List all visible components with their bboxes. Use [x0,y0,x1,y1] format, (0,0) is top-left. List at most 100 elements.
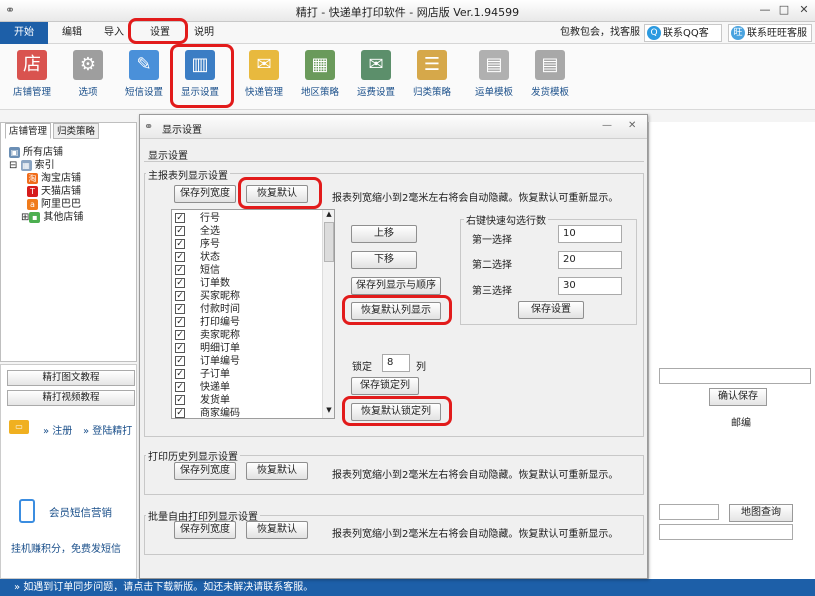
column-list-item[interactable]: ✓ 快递单 [172,381,322,394]
column-checkbox[interactable]: ✓ [175,408,185,418]
status-bar[interactable]: » 如遇到订单同步问题，请点击下载新版。如还未解决请联系客服。 [0,579,815,596]
column-checkbox[interactable]: ✓ [175,291,185,301]
column-list-item[interactable]: ✓ 状态 [172,251,322,264]
restore-default-button[interactable]: 恢复默认 [246,185,308,203]
restore-default-display-button[interactable]: 恢复默认列显示 [351,302,441,320]
menu-edit[interactable]: 编辑 [56,22,88,44]
scroll-up-icon[interactable]: ▲ [324,210,334,220]
tree-item-other[interactable]: ⊞ ▪ 其他店铺 [21,208,83,223]
column-checkbox[interactable]: ✓ [175,330,185,340]
column-checkbox[interactable]: ✓ [175,382,185,392]
wangwang-service-button[interactable]: 旺联系旺旺客服 [728,24,812,42]
minimize-icon[interactable]: — [758,3,772,17]
tree-item-label: 其他店铺 [43,212,84,223]
move-up-button[interactable]: 上移 [351,225,417,243]
menu-help[interactable]: 说明 [188,22,220,44]
save-display-order-button[interactable]: 保存列显示与顺序 [351,277,441,295]
column-checkbox[interactable]: ✓ [175,252,185,262]
tool-display-settings[interactable]: ▥ 显示设置 [170,48,230,106]
list-scrollbar[interactable]: ▲ ▼ [322,210,334,418]
column-list-item[interactable]: ✓ 发货单 [172,394,322,407]
history-restore-default-button[interactable]: 恢复默认 [246,462,308,480]
expand-icon[interactable]: ⊞ [21,212,29,223]
column-checkbox[interactable]: ✓ [175,239,185,249]
column-list-item[interactable]: ✓ 打印编号 [172,316,322,329]
column-label: 行号 [200,213,220,224]
tool-shop-manage[interactable]: 店 店铺管理 [2,48,62,106]
save-lock-button[interactable]: 保存锁定列 [351,377,419,395]
confirm-save-button[interactable]: 确认保存 [709,388,767,406]
tool-region-strategy[interactable]: ▦ 地区策略 [290,48,350,106]
tab-category-strategy[interactable]: 归类策略 [53,123,100,139]
column-checkbox[interactable]: ✓ [175,278,185,288]
column-list[interactable]: ▲ ▼ ✓ 行号 ✓ 全选 ✓ 序号 ✓ 状态 ✓ 短信 ✓ 订单数 ✓ 买家昵称 ✓ 付款时间 ✓ 打印编号 ✓ 卖… [171,209,335,419]
scroll-down-icon[interactable]: ▼ [324,406,334,416]
column-list-item[interactable]: ✓ 卖家昵称 [172,329,322,342]
column-checkbox[interactable]: ✓ [175,343,185,353]
column-checkbox[interactable]: ✓ [175,317,185,327]
first-choice-input[interactable]: 10 [558,225,622,243]
tool-category-strategy[interactable]: ☰ 归类策略 [402,48,462,106]
column-list-item[interactable]: ✓ 商家编码 [172,407,322,418]
column-list-item[interactable]: ✓ 序号 [172,238,322,251]
left-panel: 店铺管理 归类策略 ▣ 所有店铺 ⊟ ▦ 索引 淘淘宝店铺 T 天猫店铺 a 阿里巴巴 … [0,122,137,362]
tutorial-video-button[interactable]: 精打视频教程 [7,390,135,406]
tool-options[interactable]: ⚙ 选项 [58,48,118,106]
history-save-width-button[interactable]: 保存列宽度 [174,462,236,480]
column-list-item[interactable]: ✓ 订单编号 [172,355,322,368]
column-checkbox[interactable]: ✓ [175,304,185,314]
tool-delivery-template[interactable]: ▤ 发货模板 [520,48,580,106]
window-title: 精打 - 快递单打印软件 - 网店版 Ver.1.94599 [295,6,520,19]
second-choice-input[interactable]: 20 [558,251,622,269]
status-text: 如遇到订单同步问题，请点击下载新版。如还未解决请联系客服。 [23,582,314,593]
close-icon[interactable]: ✕ [797,3,811,17]
earn-points-link[interactable]: 挂机赚积分，免费发短信 [11,540,121,555]
column-list-item[interactable]: ✓ 明细订单 [172,342,322,355]
tool-freight-settings[interactable]: ✉ 运费设置 [346,48,406,106]
dialog-minimize-icon[interactable]: — [602,120,612,131]
restore-default-lock-button[interactable]: 恢复默认锁定列 [351,403,441,421]
column-list-item[interactable]: ✓ 行号 [172,212,322,225]
login-link[interactable]: » 登陆精打 [83,422,132,437]
column-list-item[interactable]: ✓ 付款时间 [172,303,322,316]
register-link[interactable]: » 注册 [43,422,72,437]
qq-service-button[interactable]: Q联系QQ客服 [644,24,722,57]
lock-count-input[interactable]: 8 [382,354,410,372]
move-down-button[interactable]: 下移 [351,251,417,269]
menu-start[interactable]: 开始 [0,22,48,44]
column-checkbox[interactable]: ✓ [175,265,185,275]
dialog-close-icon[interactable]: ✕ [628,120,636,131]
batch-restore-default-button[interactable]: 恢复默认 [246,521,308,539]
tool-waybill-template[interactable]: ▤ 运单模板 [464,48,524,106]
background-field[interactable] [659,368,811,384]
column-checkbox[interactable]: ✓ [175,356,185,366]
first-choice-label: 第一选择 [472,235,512,246]
tab-shop-manage[interactable]: 店铺管理 [5,123,52,139]
column-list-item[interactable]: ✓ 全选 [172,225,322,238]
batch-save-width-button[interactable]: 保存列宽度 [174,521,236,539]
tutorial-text-button[interactable]: 精打图文教程 [7,370,135,386]
maximize-icon[interactable]: □ [777,3,791,17]
column-label: 短信 [200,265,220,276]
collapse-icon[interactable]: ⊟ [9,160,17,171]
sms-marketing-link[interactable]: 会员短信营销 [49,505,112,520]
map-query-button[interactable]: 地图查询 [729,504,793,522]
column-list-item[interactable]: ✓ 买家昵称 [172,290,322,303]
tool-express-manage[interactable]: ✉ 快递管理 [234,48,294,106]
address-detail-field[interactable] [659,524,793,540]
address-field[interactable] [659,504,719,520]
column-list-item[interactable]: ✓ 短信 [172,264,322,277]
column-checkbox[interactable]: ✓ [175,226,185,236]
tool-sms-settings[interactable]: ✎ 短信设置 [114,48,174,106]
menu-import[interactable]: 导入 [98,22,130,44]
save-column-width-button[interactable]: 保存列宽度 [174,185,236,203]
column-checkbox[interactable]: ✓ [175,395,185,405]
column-checkbox[interactable]: ✓ [175,369,185,379]
column-checkbox[interactable]: ✓ [175,213,185,223]
third-choice-input[interactable]: 30 [558,277,622,295]
column-list-item[interactable]: ✓ 订单数 [172,277,322,290]
scroll-thumb[interactable] [324,222,334,262]
column-list-item[interactable]: ✓ 子订单 [172,368,322,381]
save-settings-button[interactable]: 保存设置 [518,301,584,319]
menu-settings[interactable]: 设置 [140,22,180,44]
